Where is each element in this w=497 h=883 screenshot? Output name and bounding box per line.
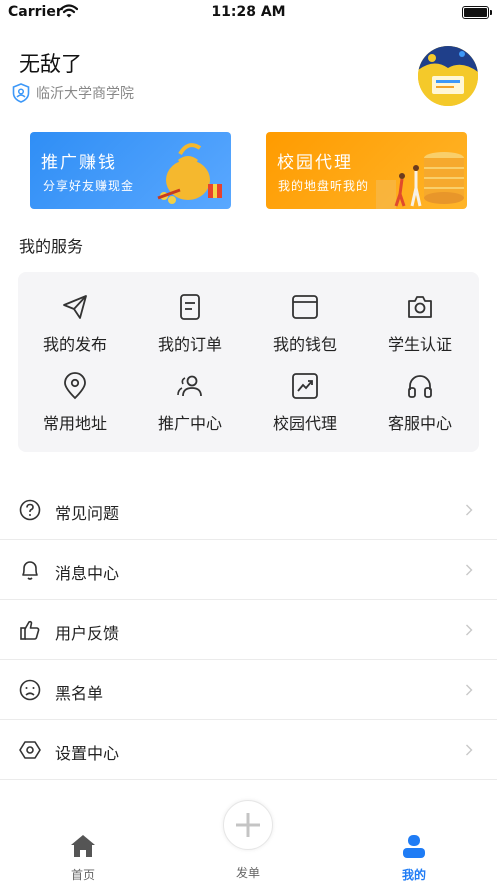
chevron-right-icon [466,504,473,516]
status-bar: Carrier 11:28 AM [0,0,497,26]
service-my-orders[interactable]: 我的订单 [140,292,240,362]
user-icon [403,835,425,858]
school-row: 临沂大学商学院 [12,82,134,104]
menu-label: 设置中心 [55,744,120,763]
avatar-image [418,46,478,106]
banner-subtitle: 我的地盘听我的 [278,179,370,193]
service-campus-agent[interactable]: 校园代理 [255,371,355,441]
settings-menu: 常见问题 消息中心 用户反馈 黑名单 设置中心 [0,480,497,780]
chevron-right-icon [466,624,473,636]
bell-icon [22,561,38,580]
headphones-icon [408,375,432,398]
banner-title: 推广赚钱 [41,153,117,173]
service-student-verification[interactable]: 学生认证 [370,292,470,362]
money-bag-illustration [157,143,222,204]
banner-subtitle: 分享好友赚现金 [43,179,135,193]
plus-icon [236,813,260,837]
paper-plane-icon [63,295,87,319]
home-icon [71,835,95,857]
service-label: 推广中心 [157,414,222,433]
location-pin-icon [64,372,86,400]
tab-post[interactable]: 发单 [208,800,288,881]
banner-title: 校园代理 [277,153,353,173]
question-circle-icon [19,499,41,521]
status-time: 11:28 AM [211,4,286,20]
service-customer-support[interactable]: 客服中心 [370,371,470,441]
service-my-wallet[interactable]: 我的钱包 [255,292,355,362]
service-label: 校园代理 [272,414,337,433]
tab-me[interactable]: 我的 [374,834,454,883]
service-label: 我的钱包 [272,335,337,354]
battery-icon [462,6,492,19]
service-label: 客服中心 [387,414,452,433]
avatar[interactable] [418,46,478,106]
camera-icon [408,296,432,318]
chevron-right-icon [466,564,473,576]
user-name: 无敌了 [19,52,82,76]
services-grid: 我的发布 我的订单 我的钱包 学生认证 常用地址 推广中心 校园代理 客服中心 [18,272,479,452]
tab-bar: 首页 发单 我的 [0,800,497,883]
tab-label: 首页 [70,868,95,882]
chevron-right-icon [466,684,473,696]
menu-label: 常见问题 [55,504,120,523]
users-icon [177,375,202,397]
menu-label: 黑名单 [55,684,104,703]
service-my-posts[interactable]: 我的发布 [25,292,125,362]
settings-hexagon-icon [19,741,41,759]
sad-face-icon [19,679,41,701]
verified-student-icon [12,83,30,103]
menu-item-faq[interactable]: 常见问题 [0,480,497,540]
tab-label: 我的 [401,868,426,882]
tab-home[interactable]: 首页 [43,834,123,883]
coin-stack-illustration [376,152,464,209]
promotion-banner[interactable]: 推广赚钱 分享好友赚现金 [30,132,231,209]
service-label: 我的发布 [42,335,107,354]
service-label: 常用地址 [42,414,107,433]
menu-label: 消息中心 [55,564,120,583]
wallet-icon [292,295,318,319]
service-label: 学生认证 [387,335,452,354]
menu-label: 用户反馈 [55,624,120,643]
post-button[interactable] [223,800,273,850]
menu-item-blacklist[interactable]: 黑名单 [0,660,497,720]
school-name: 临沂大学商学院 [36,86,134,102]
service-promotion-center[interactable]: 推广中心 [140,371,240,441]
thumbs-up-icon [20,620,40,640]
chevron-right-icon [466,744,473,756]
menu-item-messages[interactable]: 消息中心 [0,540,497,600]
menu-item-feedback[interactable]: 用户反馈 [0,600,497,660]
service-label: 我的订单 [157,335,222,354]
service-addresses[interactable]: 常用地址 [25,371,125,441]
campus-agent-banner[interactable]: 校园代理 我的地盘听我的 [266,132,467,209]
trend-chart-icon [292,373,318,399]
tab-label: 发单 [235,866,260,880]
menu-item-settings[interactable]: 设置中心 [0,720,497,780]
services-section-title: 我的服务 [19,237,84,256]
order-document-icon [180,294,200,320]
